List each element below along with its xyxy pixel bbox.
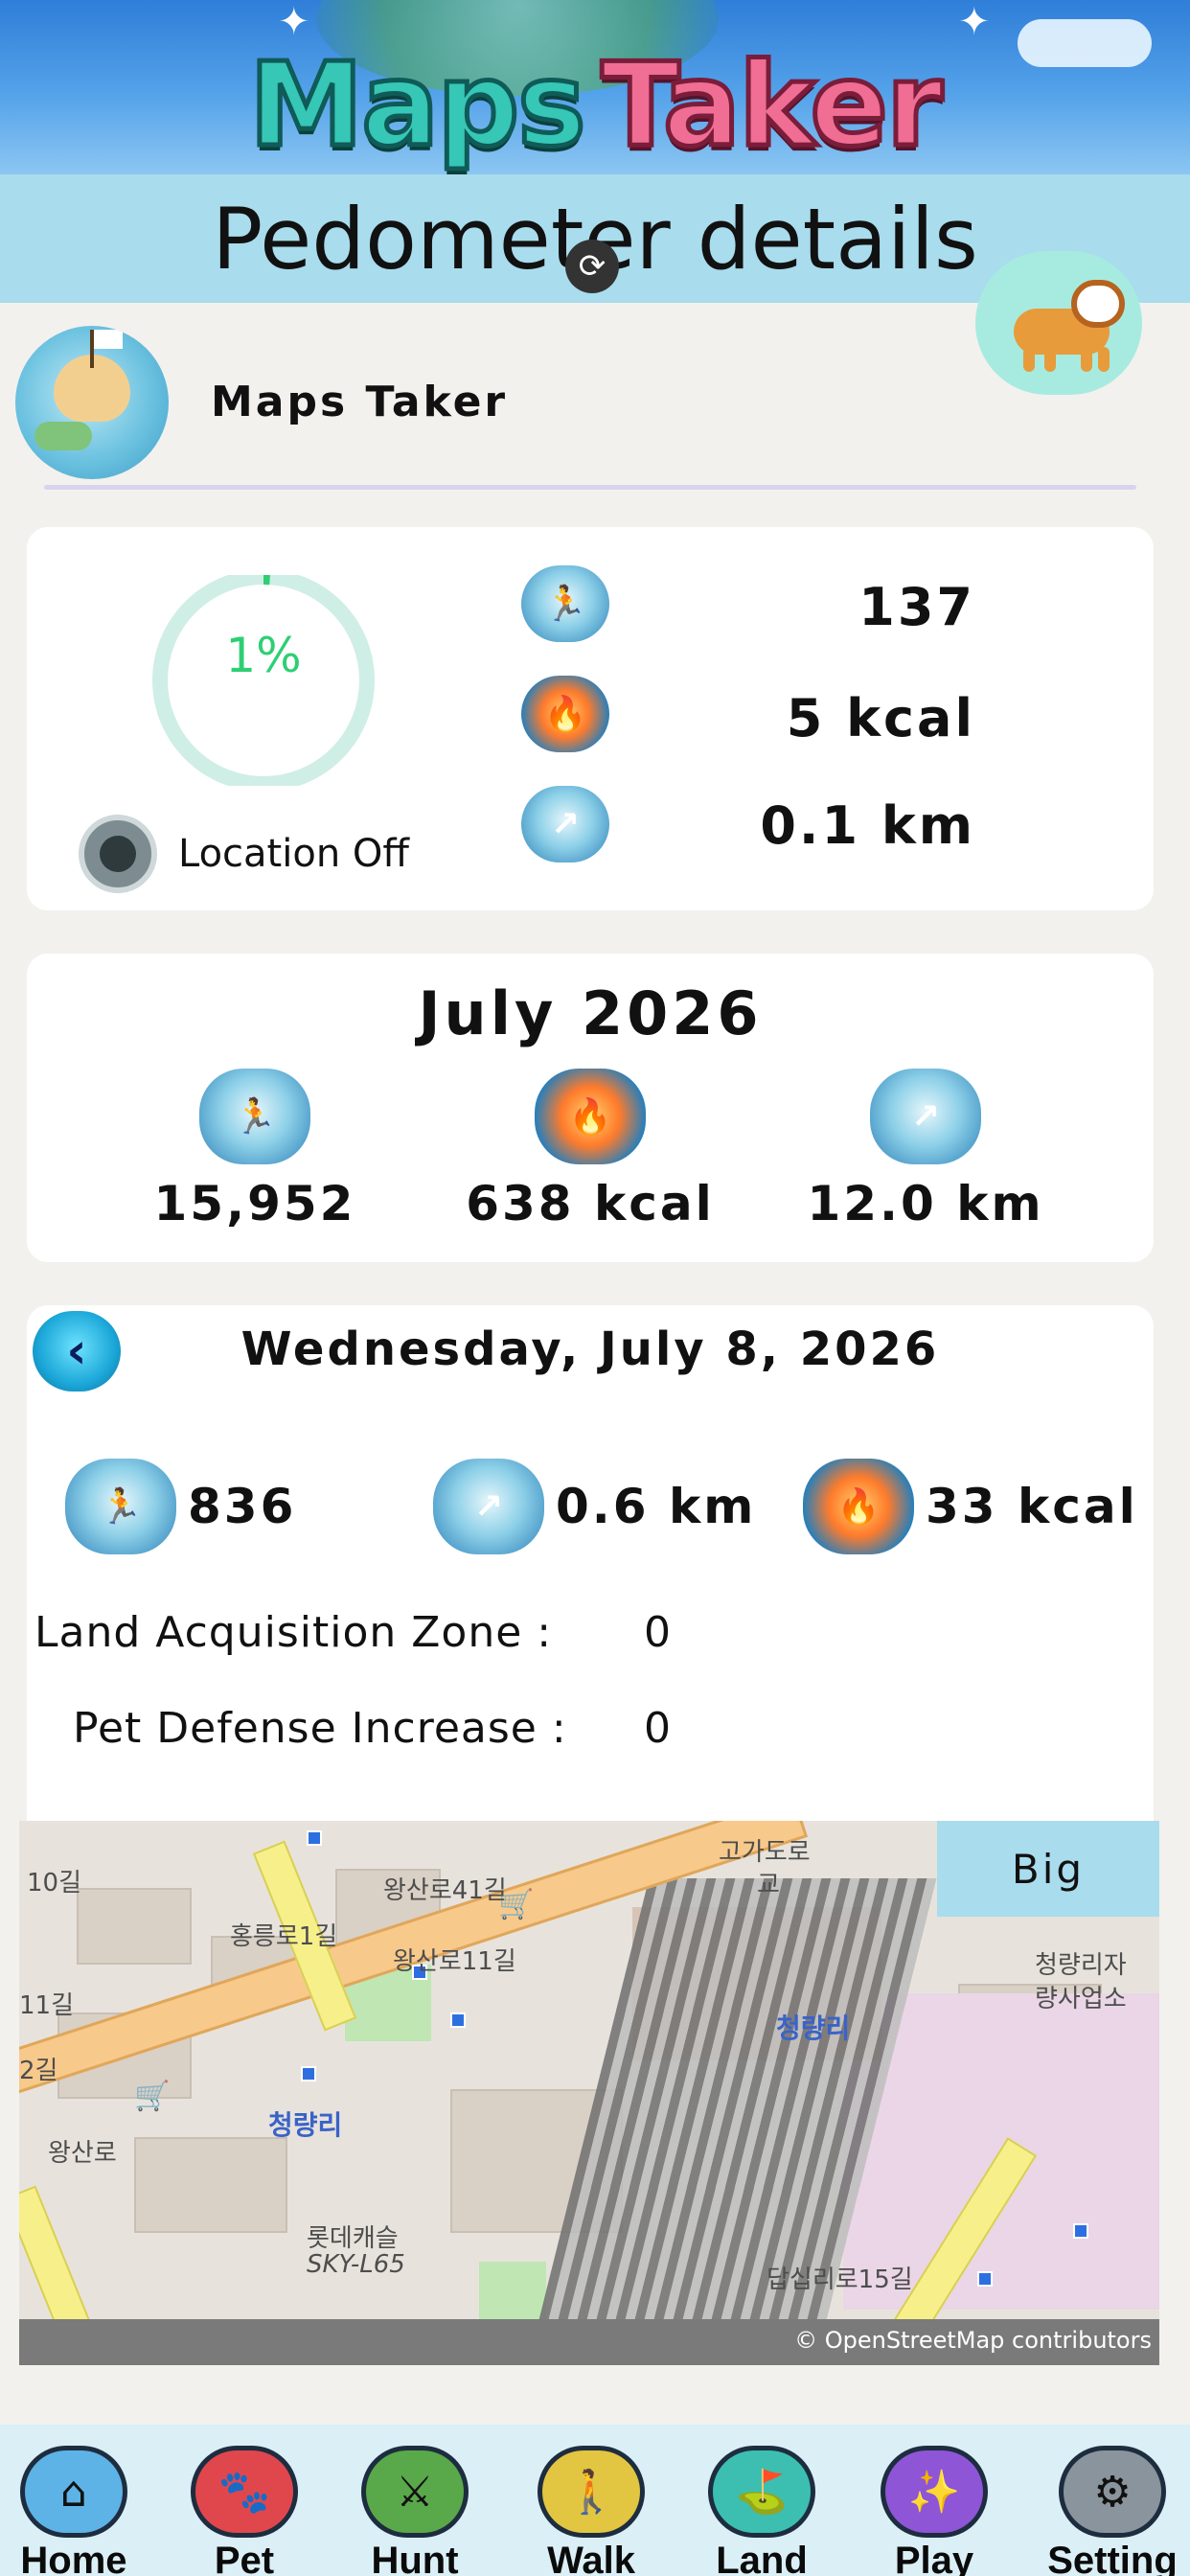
pet-defense-value: 0 xyxy=(644,1704,671,1753)
day-distance: ↗ 0.6 km xyxy=(433,1459,756,1554)
today-distance: 0.1 km xyxy=(760,795,975,856)
steps-icon: 🏃 xyxy=(521,565,609,642)
bottom-nav: ⌂ Home 🐾 Pet ⚔ Hunt 🚶 Walk ⛳ Land ✨ Play… xyxy=(0,2425,1190,2576)
nav-hunt[interactable]: ⚔ Hunt xyxy=(343,2446,487,2576)
month-title: July 2026 xyxy=(418,978,763,1048)
nav-home[interactable]: ⌂ Home xyxy=(2,2446,146,2576)
map-label: 왕산로41길 xyxy=(383,1876,507,1905)
location-status: Location Off xyxy=(178,832,409,876)
pet-defense-label: Pet Defense Increase : xyxy=(73,1704,567,1753)
distance-icon: ↗ xyxy=(870,1069,981,1164)
map-label: 11길 xyxy=(19,1991,75,2020)
nav-label: Setting xyxy=(1047,2540,1178,2576)
day-distance-value: 0.6 km xyxy=(556,1479,757,1534)
nav-label: Hunt xyxy=(371,2540,459,2576)
month-distance-value: 12.0 km xyxy=(807,1176,1044,1231)
calories-icon: 🔥 xyxy=(535,1069,646,1164)
month-calories: 🔥 638 kcal xyxy=(446,1069,734,1231)
distance-icon: ↗ xyxy=(521,786,609,862)
nav-label: Play xyxy=(894,2540,974,2576)
map-label: 고가도로 xyxy=(719,1838,811,1867)
map-label: 왕산로 xyxy=(48,2139,117,2168)
app-banner: ✦ ✦ Maps Taker xyxy=(0,0,1190,174)
day-steps-value: 836 xyxy=(188,1479,297,1534)
map-label: 청량리자 xyxy=(1035,1951,1127,1980)
map-station-label: 청량리 xyxy=(268,2109,343,2141)
map-label: 10길 xyxy=(27,1869,82,1898)
day-calories: 🔥 33 kcal xyxy=(803,1459,1138,1554)
refresh-icon[interactable]: ⟳ xyxy=(565,240,619,293)
month-steps: 🏃 15,952 xyxy=(111,1069,399,1231)
calories-icon: 🔥 xyxy=(803,1459,914,1554)
nav-label: Pet xyxy=(214,2540,275,2576)
nav-land[interactable]: ⛳ Land xyxy=(690,2446,834,2576)
map-label: 답십리로15길 xyxy=(767,2266,913,2294)
hunt-icon: ⚔ xyxy=(361,2446,469,2538)
steps-icon: 🏃 xyxy=(199,1069,310,1164)
map-label: 량사업소 xyxy=(1035,1985,1127,2013)
land-zone-value: 0 xyxy=(644,1608,671,1657)
land-zone-label: Land Acquisition Zone : xyxy=(34,1608,553,1657)
home-icon: ⌂ xyxy=(20,2446,127,2538)
map-label: 2길 xyxy=(19,2057,58,2085)
nav-walk[interactable]: 🚶 Walk xyxy=(519,2446,663,2576)
map-label: 왕산로11길 xyxy=(393,1947,516,1976)
map-attribution: © OpenStreetMap contributors xyxy=(19,2319,1159,2365)
route-map[interactable]: 🛒 🛒 10길 왕산로41길 홍릉로1길 고가도로 교 청량리자 량사업소 11… xyxy=(19,1821,1159,2365)
today-steps: 137 xyxy=(858,577,975,637)
pet-dog-button[interactable] xyxy=(975,251,1142,395)
map-label: 롯데캐슬 xyxy=(307,2224,399,2253)
map-label: SKY-L65 xyxy=(307,2250,405,2279)
calories-icon: 🔥 xyxy=(521,676,609,752)
divider xyxy=(44,485,1136,490)
day-calories-value: 33 kcal xyxy=(926,1479,1138,1534)
month-steps-value: 15,952 xyxy=(153,1176,356,1231)
avatar[interactable] xyxy=(15,326,169,479)
nav-pet[interactable]: 🐾 Pet xyxy=(172,2446,316,2576)
map-big-button[interactable]: Big xyxy=(937,1821,1159,1917)
day-date: Wednesday, July 8, 2026 xyxy=(240,1322,940,1376)
nav-label: Home xyxy=(20,2540,127,2576)
app-logo: Maps Taker xyxy=(0,36,1190,174)
play-icon: ✨ xyxy=(881,2446,988,2538)
setting-icon: ⚙ xyxy=(1059,2446,1166,2538)
today-calories: 5 kcal xyxy=(786,688,975,748)
logo-word-taker: Taker xyxy=(599,36,946,174)
today-summary-card: 1% Location Off 🏃 🔥 ↗ 137 5 kcal 0.1 km xyxy=(27,527,1154,910)
land-icon: ⛳ xyxy=(708,2446,815,2538)
nav-play[interactable]: ✨ Play xyxy=(862,2446,1006,2576)
walk-icon: 🚶 xyxy=(538,2446,645,2538)
steps-icon: 🏃 xyxy=(65,1459,176,1554)
map-label: 교 xyxy=(757,1871,780,1899)
logo-word-maps: Maps xyxy=(246,36,588,174)
distance-icon: ↗ xyxy=(433,1459,544,1554)
nav-label: Land xyxy=(716,2540,808,2576)
month-calories-value: 638 kcal xyxy=(466,1176,715,1231)
nav-setting[interactable]: ⚙ Setting xyxy=(1035,2446,1190,2576)
map-station-label: 청량리 xyxy=(776,2012,851,2044)
map-label: 홍릉로1길 xyxy=(230,1922,338,1951)
pet-icon: 🐾 xyxy=(191,2446,298,2538)
day-steps: 🏃 836 xyxy=(65,1459,296,1554)
progress-percent: 1% xyxy=(225,628,302,683)
nav-label: Walk xyxy=(547,2540,635,2576)
month-summary-card: July 2026 🏃 15,952 🔥 638 kcal ↗ 12.0 km xyxy=(27,954,1154,1262)
location-icon[interactable] xyxy=(79,815,157,893)
month-distance: ↗ 12.0 km xyxy=(782,1069,1069,1231)
profile-name: Maps Taker xyxy=(211,378,509,426)
